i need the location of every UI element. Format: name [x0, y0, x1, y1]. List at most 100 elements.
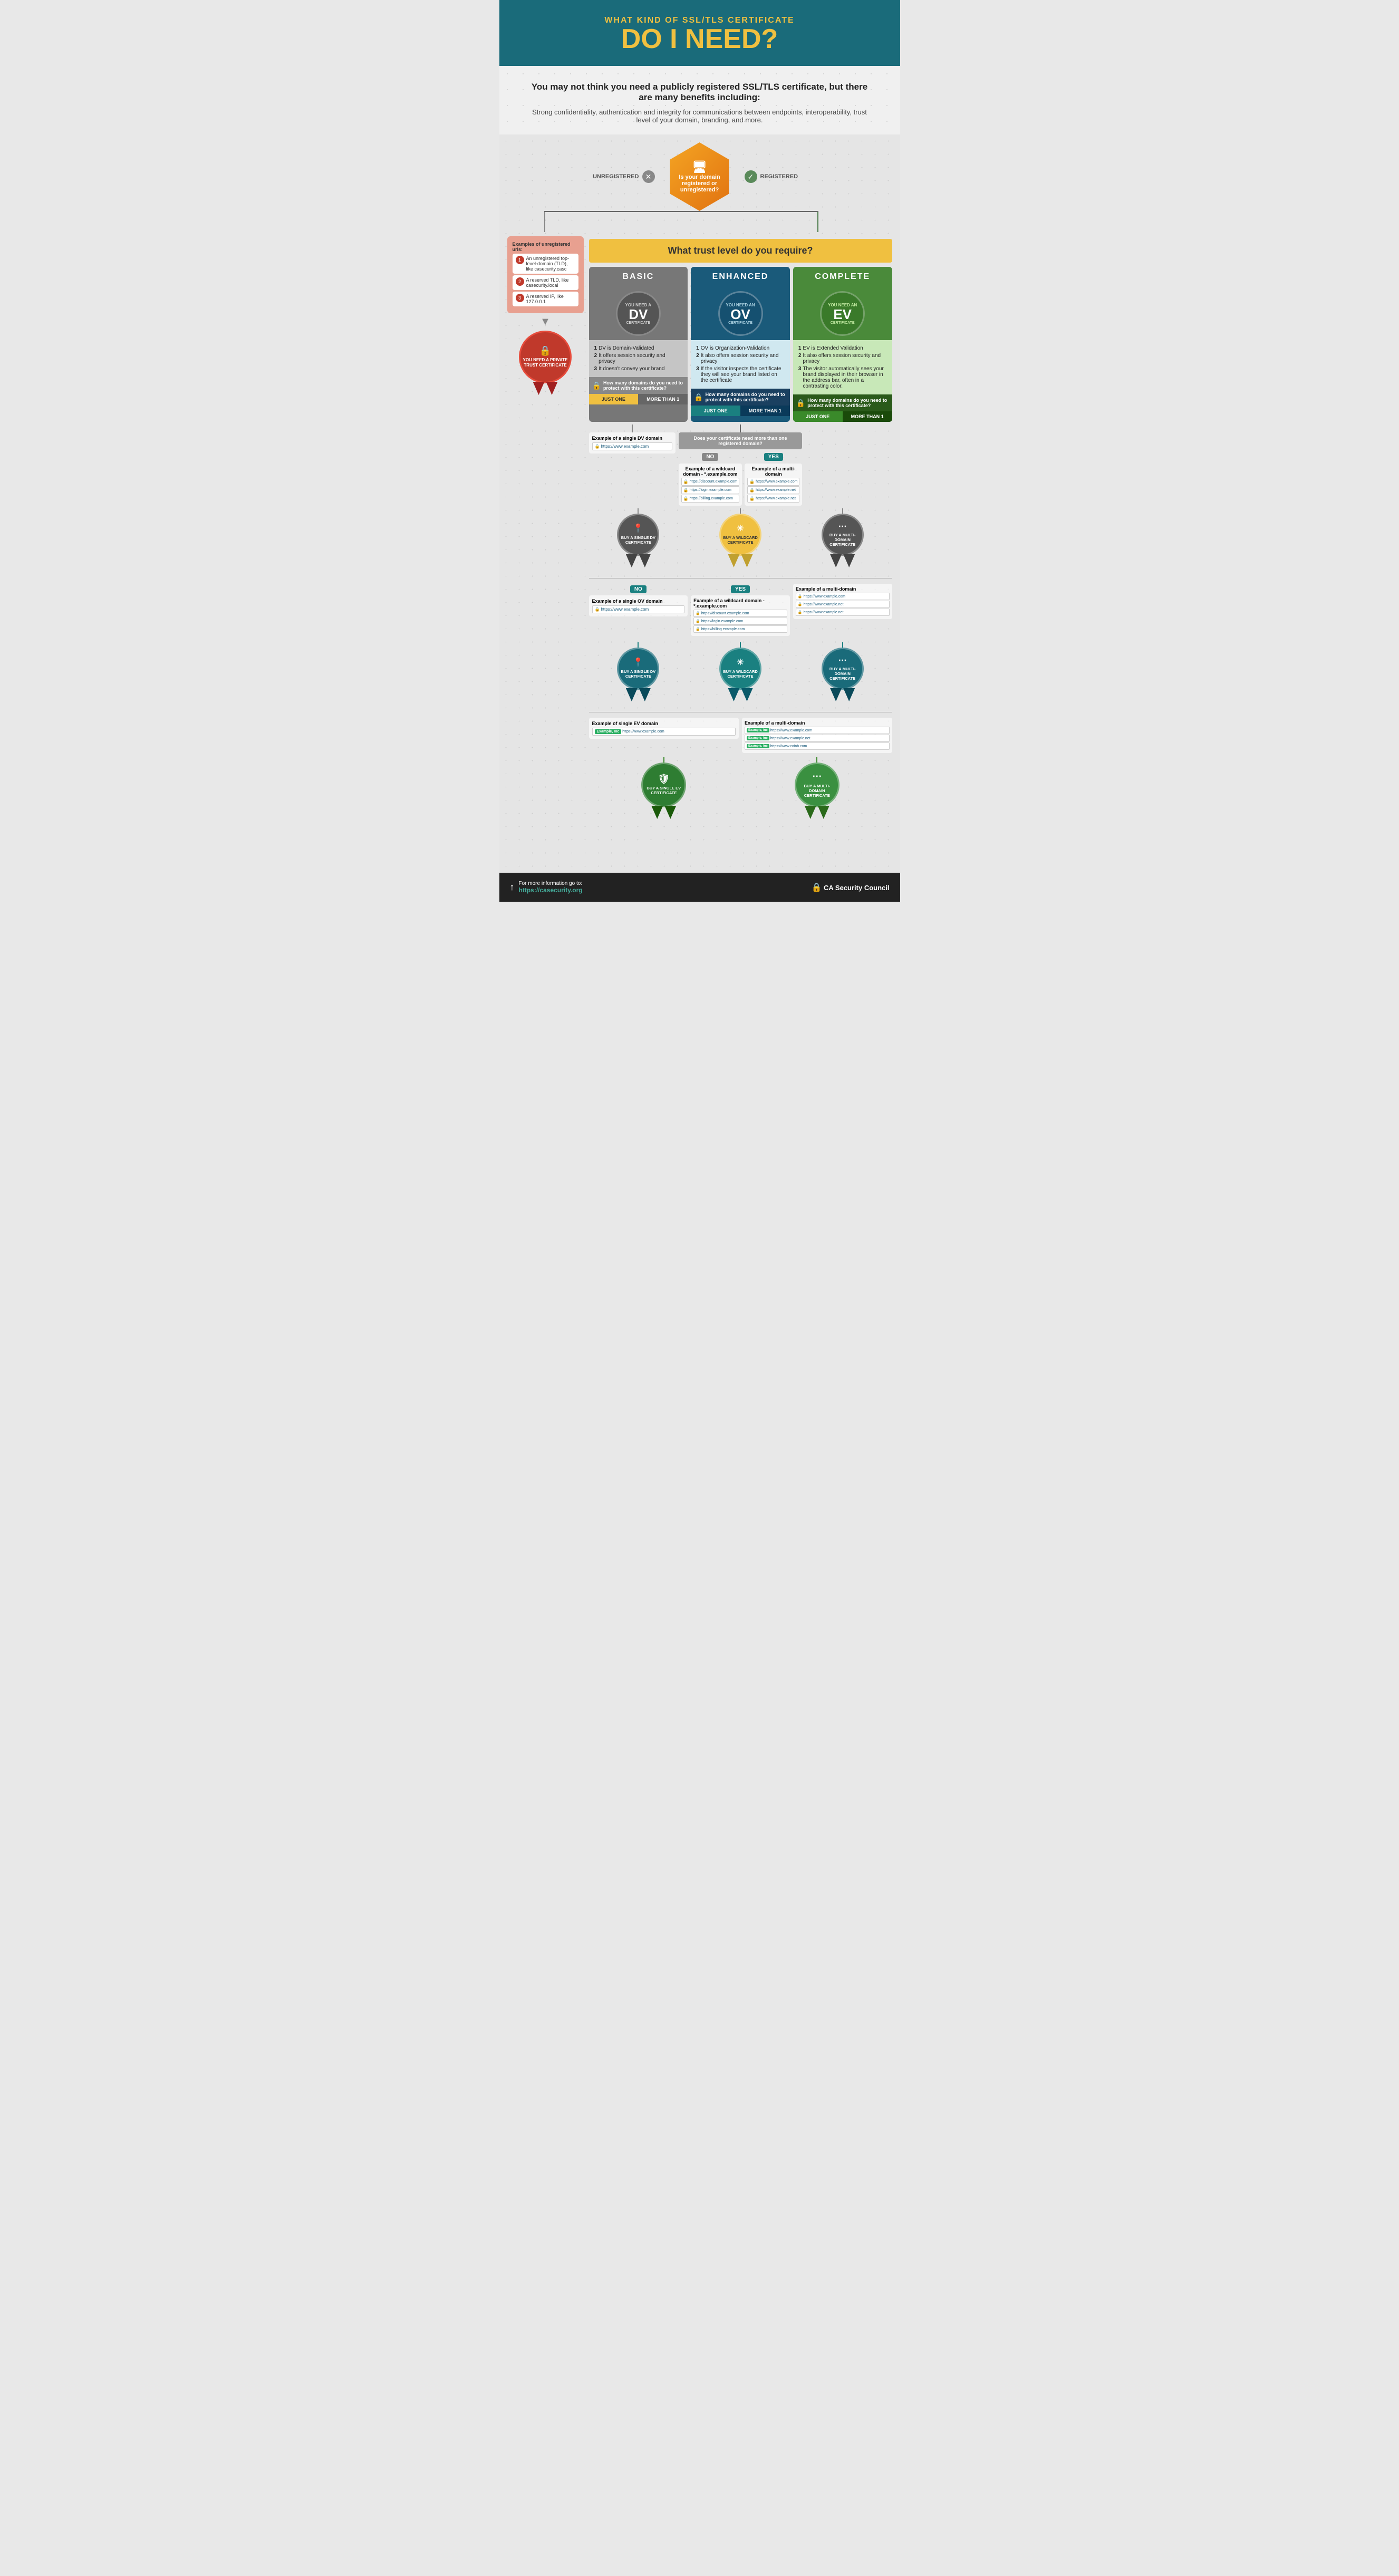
dv-type: DV: [629, 307, 648, 321]
dv-sub-question: Does your certificate need more than one…: [679, 432, 803, 449]
ov-multi-side: YES Example of a wildcard domain - *.exa…: [691, 584, 790, 638]
ribbon-mdv-r: [843, 554, 855, 567]
dv-no-yes: NO Example of a wildcard domain - *.exam…: [679, 451, 803, 506]
unregistered-label: UNREGISTERED: [593, 173, 639, 180]
buy-multi-ov-text: BUY A MULTI-DOMAIN CERTIFICATE: [823, 665, 862, 682]
secure-icon-m2: 🔒: [749, 488, 755, 493]
dv-line-1: [632, 424, 633, 432]
secure-icon-wov1: 🔒: [696, 611, 700, 615]
secure-icon-mov3: 🔒: [798, 610, 803, 614]
enhanced-column: ENHANCED YOU NEED AN OV CERTIFICATE 1: [691, 267, 790, 422]
ov-no-label: NO: [630, 585, 647, 593]
dv-badge-area: YOU NEED A DV CERTIFICATE: [589, 287, 688, 340]
example-inc-badge: Example, Inc: [595, 729, 622, 734]
trust-bar: What trust level do you require?: [589, 239, 892, 263]
secure-icon-wov3: 🔒: [696, 627, 700, 631]
dv-line-2: [740, 424, 741, 432]
ev-branches: Example of single EV domain Example, Inc…: [589, 718, 892, 753]
buy-multi-ov: ⋯ BUY A MULTI-DOMAIN CERTIFICATE: [822, 648, 864, 701]
single-ev-title: Example of single EV domain: [592, 721, 736, 726]
ov-branches: NO Example of a single OV domain 🔒 https…: [589, 584, 892, 638]
buy-multi-ev: ⋯ BUY A MULTI-DOMAIN CERTIFICATE: [795, 763, 840, 819]
footer-info-text: For more information go to:: [519, 881, 583, 886]
ov-feature-2: 2 It also offers session security and pr…: [696, 353, 785, 364]
ribbon-mov-l: [830, 688, 842, 701]
ribbon-left: [533, 382, 545, 395]
ribbon-mev-r: [818, 806, 829, 819]
dv-feature-1: 1 DV is Domain-Validated: [594, 345, 683, 351]
ov-flow-section: NO Example of a single OV domain 🔒 https…: [589, 578, 892, 701]
registered-label: REGISTERED: [760, 173, 798, 180]
unregistered-examples: Examples of unregistered urls: 1 An unre…: [507, 236, 584, 313]
buy-wildcard-dv: ✳ BUY A WILDCARD CERTIFICATE: [719, 514, 761, 567]
unregistered-example-2: 2 A reserved TLD, like casecurity.local: [513, 275, 578, 290]
ev-domain-buttons: JUST ONE MORE THAN 1: [793, 411, 892, 422]
dv-badge: YOU NEED A DV CERTIFICATE: [616, 291, 661, 336]
buy-wildcard-ov-area: ✳ BUY A WILDCARD CERTIFICATE: [691, 642, 790, 701]
intro-bold: You may not think you need a publicly re…: [531, 82, 869, 103]
buy-wildcard-ov-text: BUY A WILDCARD CERTIFICATE: [721, 668, 760, 680]
arrow-line-multi-ev: [816, 757, 817, 763]
dv-wildcard-example: Example of a wildcard domain - *.example…: [679, 464, 742, 506]
dots-icon-ev: ⋯: [812, 771, 822, 783]
arrow-line-multi-ov: [842, 642, 843, 648]
ov-single-side: NO Example of a single OV domain 🔒 https…: [589, 584, 688, 638]
ov-domain-buttons: JUST ONE MORE THAN 1: [691, 406, 790, 416]
ev-just-one: JUST ONE: [793, 411, 843, 422]
ev-feature-2: 2 It also offers session security and pr…: [798, 353, 887, 364]
example-text-1: An unregistered top-level-domain (TLD), …: [526, 256, 575, 272]
infographic: UNREGISTERED ✕ 🖥 Is your domain register…: [499, 134, 900, 873]
ev-flow-section: Example of single EV domain Example, Inc…: [589, 712, 892, 819]
dv-more-than-1: MORE THAN 1: [638, 394, 688, 404]
example-text-2: A reserved TLD, like casecurity.local: [526, 277, 575, 288]
single-ov-example: Example of a single OV domain 🔒 https://…: [589, 595, 688, 616]
basic-column: BASIC YOU NEED A DV CERTIFICATE 1 DV: [589, 267, 688, 422]
ev-domain-question: 🔒 How many domains do you need to protec…: [793, 394, 892, 411]
ov-features: 1 OV is Organization-Validation 2 It als…: [691, 340, 790, 389]
secure-icon-1: 🔒: [595, 444, 600, 449]
arrow-line-wildcard-dv: [740, 508, 741, 514]
basic-header: BASIC: [589, 267, 688, 287]
ribbon-mdv-l: [830, 554, 842, 567]
intro-text: Strong confidentiality, authentication a…: [531, 108, 869, 124]
multi-ov-example: Example of a multi-domain 🔒 https://www.…: [793, 584, 892, 619]
ov-type: OV: [730, 307, 750, 321]
dv-just-one-flow: Example of a single DV domain 🔒 https://…: [589, 424, 676, 506]
ribbon-wdv-r: [741, 554, 753, 567]
dots-icon-dv: ⋯: [838, 522, 847, 532]
ov-domain-question: 🔒 How many domains do you need to protec…: [691, 389, 790, 406]
secure-icon-wc3: 🔒: [683, 496, 689, 501]
private-trust-text: YOU NEED A PRIVATE TRUST CERTIFICATE: [520, 356, 570, 369]
lock-icon-ov: 🔒: [694, 393, 703, 402]
complete-header: COMPLETE: [793, 267, 892, 287]
buy-single-ov-text: BUY A SINGLE OV CERTIFICATE: [619, 668, 658, 680]
arrow-line-multi-dv: [842, 508, 843, 514]
lock-icon-dv: 🔒: [592, 381, 601, 390]
dv-no-label: NO: [702, 453, 718, 461]
footer-left: ↑ For more information go to: https://ca…: [510, 881, 583, 894]
ov-badge-area: YOU NEED AN OV CERTIFICATE: [691, 287, 790, 340]
cert-columns: BASIC YOU NEED A DV CERTIFICATE 1 DV: [589, 267, 892, 422]
buy-single-ov-area: 📍 BUY A SINGLE OV CERTIFICATE: [589, 642, 688, 701]
single-dv-url: 🔒 https://www.example.com: [592, 442, 672, 450]
dv-feature-2: 2 It offers session security and privacy: [594, 353, 683, 364]
ribbon-wdv-l: [728, 554, 740, 567]
ribbon-right: [546, 382, 558, 395]
example-num-2: 2: [516, 277, 524, 286]
multi-ev-title: Example of a multi-domain: [745, 720, 890, 726]
header-title: Do I Need?: [510, 25, 890, 53]
buy-multi-dv-text: BUY A MULTI-DOMAIN CERTIFICATE: [823, 532, 862, 548]
ov-feature-1: 1 OV is Organization-Validation: [696, 345, 785, 351]
example-badge-mev2: Example, Inc: [747, 736, 769, 740]
unregistered-example-3: 3 A reserved IP, like 127.0.0.1: [513, 292, 578, 306]
ribbon-sev-r: [664, 806, 676, 819]
ribbon-wov-l: [728, 688, 740, 701]
buy-single-ev-text: BUY A SINGLE EV CERTIFICATE: [643, 785, 684, 796]
ev-single-area: Example of single EV domain Example, Inc…: [589, 718, 739, 753]
ov-yes-label: YES: [731, 585, 750, 593]
buy-multi-ev-area: ⋯ BUY A MULTI-DOMAIN CERTIFICATE: [742, 757, 892, 819]
dots-icon-ov: ⋯: [838, 655, 847, 665]
lock-icon-footer: 🔒: [811, 883, 822, 892]
secure-icon-wov2: 🔒: [696, 619, 700, 623]
arrow-down-left: ▼: [507, 316, 584, 328]
